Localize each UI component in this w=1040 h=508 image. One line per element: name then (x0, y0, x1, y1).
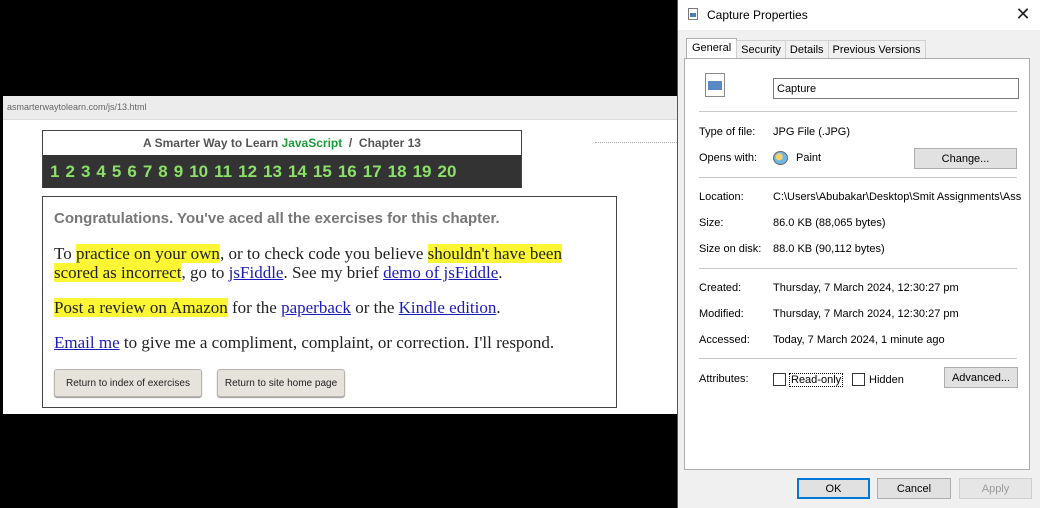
dialog-title: Capture Properties (707, 8, 808, 22)
screenshot-area: asmarterwaytolearn.com/js/13.html A Smar… (0, 0, 677, 508)
title-chapter: / Chapter 13 (342, 136, 421, 150)
advanced-button[interactable]: Advanced... (944, 367, 1018, 388)
divider (699, 177, 1017, 178)
chapter-link-5[interactable]: 5 (112, 162, 121, 182)
accessed-label: Accessed: (699, 334, 750, 346)
accessed-value: Today, 7 March 2024, 1 minute ago (773, 334, 945, 346)
title-prefix: A Smarter Way to Learn (143, 136, 282, 150)
text: . (496, 298, 501, 317)
review-paragraph: Post a review on Amazon for the paperbac… (54, 298, 609, 317)
location-label: Location: (699, 191, 744, 203)
tab-security[interactable]: Security (736, 40, 786, 59)
text: to give me a compliment, complaint, or c… (119, 333, 555, 352)
url-text: asmarterwaytolearn.com/js/13.html (7, 102, 147, 112)
cancel-button[interactable]: Cancel (877, 478, 951, 499)
address-bar: asmarterwaytolearn.com/js/13.html (3, 96, 677, 120)
paperback-link[interactable]: paperback (281, 298, 351, 317)
tab-details[interactable]: Details (784, 40, 829, 59)
congrats-heading: Congratulations. You've aced all the exe… (54, 210, 500, 227)
created-value: Thursday, 7 March 2024, 12:30:27 pm (773, 282, 959, 294)
page-title: A Smarter Way to Learn JavaScript / Chap… (43, 131, 521, 155)
jsfiddle-link[interactable]: jsFiddle (229, 263, 284, 282)
modified-value: Thursday, 7 March 2024, 12:30:27 pm (773, 308, 959, 320)
opens-value: Paint (796, 152, 822, 164)
completion-panel: Congratulations. You've aced all the exe… (42, 196, 617, 408)
highlight-review: Post a review on Amazon (54, 298, 228, 317)
practice-paragraph: To practice on your own, or to check cod… (54, 244, 609, 282)
chapter-link-16[interactable]: 16 (338, 162, 357, 182)
chapter-link-2[interactable]: 2 (65, 162, 74, 182)
close-icon[interactable]: ✕ (1011, 4, 1035, 26)
email-link[interactable]: Email me (54, 333, 120, 352)
tab-strip: General Security Details Previous Versio… (686, 38, 926, 59)
type-label: Type of file: (699, 126, 756, 138)
chapter-link-7[interactable]: 7 (143, 162, 152, 182)
divider (699, 111, 1017, 112)
webpage-capture: asmarterwaytolearn.com/js/13.html A Smar… (3, 96, 677, 414)
chapter-link-20[interactable]: 20 (438, 162, 457, 182)
modified-label: Modified: (699, 308, 744, 320)
size-on-disk-label: Size on disk: (699, 243, 762, 255)
opens-label: Opens with: (699, 152, 758, 164)
text: To (54, 244, 76, 263)
chapter-link-14[interactable]: 14 (288, 162, 307, 182)
highlight-practice: practice on your own (75, 244, 220, 263)
chapter-header: A Smarter Way to Learn JavaScript / Chap… (42, 130, 522, 188)
text: . (498, 263, 503, 282)
divider (699, 358, 1017, 359)
chapter-link-15[interactable]: 15 (313, 162, 332, 182)
return-index-button[interactable]: Return to index of exercises (54, 369, 202, 397)
chapter-link-3[interactable]: 3 (81, 162, 90, 182)
chapter-link-13[interactable]: 13 (263, 162, 282, 182)
title-bar: Capture Properties ✕ (678, 0, 1040, 30)
apply-button[interactable]: Apply (959, 478, 1032, 499)
general-panel: Type of file: JPG File (.JPG) Opens with… (684, 58, 1030, 470)
tab-general[interactable]: General (686, 38, 738, 59)
divider (699, 268, 1017, 269)
chapter-link-8[interactable]: 8 (158, 162, 167, 182)
attributes-label: Attributes: (699, 373, 749, 385)
hidden-label[interactable]: Hidden (869, 374, 904, 386)
location-value: C:\Users\Abubakar\Desktop\Smit Assignmen… (773, 191, 1021, 203)
paint-icon (773, 151, 788, 165)
tab-previous-versions[interactable]: Previous Versions (827, 40, 926, 59)
size-label: Size: (699, 217, 724, 229)
chapter-link-12[interactable]: 12 (238, 162, 257, 182)
title-javascript: JavaScript (281, 136, 343, 150)
chapter-link-9[interactable]: 9 (174, 162, 183, 182)
chapter-link-4[interactable]: 4 (96, 162, 105, 182)
read-only-label[interactable]: Read-only (789, 373, 844, 387)
properties-dialog: Capture Properties ✕ General Security De… (677, 0, 1040, 508)
chapter-nav: 1 2 3 4 5 6 7 8 9 10 11 12 13 14 15 16 1… (43, 155, 521, 188)
chapter-link-1[interactable]: 1 (50, 162, 59, 182)
chapter-link-18[interactable]: 18 (388, 162, 407, 182)
chapter-link-6[interactable]: 6 (127, 162, 136, 182)
text: for the (227, 298, 282, 317)
size-value: 86.0 KB (88,065 bytes) (773, 217, 886, 229)
text: , or to check code you believe (219, 244, 428, 263)
size-on-disk-value: 88.0 KB (90,112 bytes) (773, 243, 885, 255)
chapter-link-19[interactable]: 19 (413, 162, 432, 182)
change-button[interactable]: Change... (914, 148, 1017, 169)
chapter-link-11[interactable]: 11 (214, 162, 232, 182)
email-paragraph: Email me to give me a compliment, compla… (54, 333, 609, 352)
created-label: Created: (699, 282, 742, 294)
text: . See my brief (283, 263, 384, 282)
chapter-link-17[interactable]: 17 (363, 162, 382, 182)
return-home-button[interactable]: Return to site home page (217, 369, 345, 397)
file-icon (688, 8, 698, 20)
demo-jsfiddle-link[interactable]: demo of jsFiddle (383, 263, 498, 282)
text: or the (350, 298, 399, 317)
ok-button[interactable]: OK (797, 478, 870, 499)
dotted-divider (595, 142, 677, 143)
jpg-file-icon (705, 73, 725, 97)
text: , go to (181, 263, 229, 282)
kindle-link[interactable]: Kindle edition (399, 298, 497, 317)
read-only-checkbox[interactable] (773, 373, 786, 386)
file-name-field[interactable] (773, 78, 1019, 99)
type-value: JPG File (.JPG) (773, 126, 851, 138)
chapter-link-10[interactable]: 10 (189, 162, 208, 182)
hidden-checkbox[interactable] (852, 373, 865, 386)
